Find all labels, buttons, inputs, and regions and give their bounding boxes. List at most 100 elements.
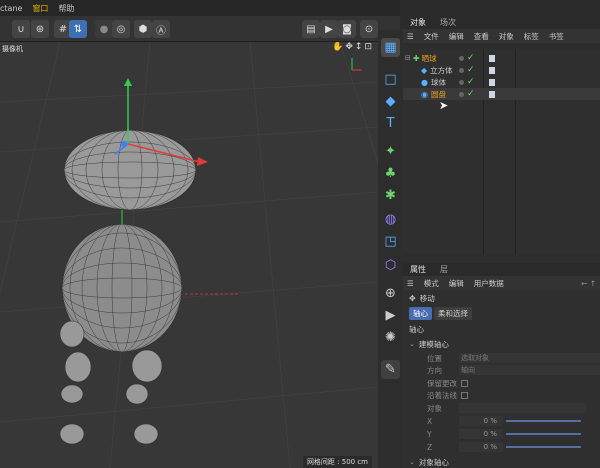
chevron-down-icon[interactable]: ⌄ xyxy=(409,458,415,466)
light-icon[interactable]: ✺ xyxy=(381,328,400,347)
tab-takes[interactable]: 场次 xyxy=(440,16,456,29)
cloner-icon[interactable]: ♣ xyxy=(381,164,400,183)
auto-icon[interactable]: Ⓐ xyxy=(152,20,170,38)
coord-x[interactable]: X 0 % xyxy=(403,415,600,427)
tab-layers[interactable]: 层 xyxy=(440,263,448,276)
menu-item-window[interactable]: 窗口 xyxy=(32,3,48,14)
pen-icon[interactable]: ✎ xyxy=(381,360,400,379)
field-label: 位置 xyxy=(427,353,442,363)
attr-menu-userdata[interactable]: 用户数据 xyxy=(474,278,504,289)
om-menu-object[interactable]: 对象 xyxy=(499,31,514,42)
coord-label: X xyxy=(427,416,433,426)
target-icon[interactable]: ◎ xyxy=(112,20,130,38)
enable-check-icon[interactable]: ✓ xyxy=(467,77,475,87)
text-icon[interactable]: T xyxy=(381,114,400,133)
coord-slider[interactable] xyxy=(506,420,581,422)
list-item[interactable]: ◆ 立方体 ✓ xyxy=(403,64,600,76)
object-name[interactable]: 晒球 xyxy=(422,53,437,64)
cube-icon[interactable]: ◆ xyxy=(381,92,400,111)
sphere-object-icon: ● xyxy=(421,77,428,87)
tag-icon[interactable] xyxy=(489,90,495,98)
coord-z[interactable]: Z 0 % xyxy=(403,441,600,453)
clapper-icon[interactable]: ▤ xyxy=(302,20,320,38)
check-keep-changes[interactable]: 保留更改 xyxy=(403,377,600,389)
visibility-dot[interactable] xyxy=(459,55,464,61)
group-header[interactable]: ⌄ 建模轴心 xyxy=(403,338,600,350)
visibility-dot[interactable] xyxy=(459,67,464,73)
object-name[interactable]: 立方体 xyxy=(430,65,453,76)
snap-icon[interactable]: ⊛ xyxy=(31,20,49,38)
3d-viewport[interactable]: 摄像机 ✋✥↕⊡ 网格间距 : 500 cm xyxy=(0,42,378,468)
field-orientation[interactable]: 方向 轴向 xyxy=(403,364,600,376)
hamburger-icon[interactable]: ☰ xyxy=(407,32,414,41)
coord-value[interactable]: 0 % xyxy=(459,416,503,426)
render-icon[interactable]: ◙ xyxy=(338,20,356,38)
render-settings-icon[interactable]: ▶ xyxy=(320,20,338,38)
object-name[interactable]: 球体 xyxy=(431,77,446,88)
magnet-icon[interactable]: ∪ xyxy=(12,20,30,38)
coord-value[interactable]: 0 % xyxy=(459,429,503,439)
enable-check-icon[interactable]: ✓ xyxy=(467,65,475,75)
coord-y[interactable]: Y 0 % xyxy=(403,428,600,440)
checkbox[interactable] xyxy=(461,379,468,387)
subtab-soft-selection[interactable]: 柔和选择 xyxy=(434,306,472,320)
scene-icon[interactable]: ⊕ xyxy=(381,284,400,303)
align-icon[interactable]: ⇅ xyxy=(69,20,87,38)
om-menu-tags[interactable]: 标签 xyxy=(524,31,539,42)
field-icon[interactable]: ◳ xyxy=(381,232,400,251)
chevron-down-icon[interactable]: ⌄ xyxy=(409,340,415,348)
camera-icon[interactable]: ▶ xyxy=(381,306,400,325)
object-name[interactable]: 圆盘 xyxy=(431,89,446,100)
tool-title: ✥ 移动 xyxy=(403,292,600,304)
tab-attributes[interactable]: 属性 xyxy=(410,263,426,276)
layout-icon[interactable]: ▦ xyxy=(381,38,400,57)
tag-icon[interactable] xyxy=(489,78,495,86)
enable-check-icon[interactable]: ✓ xyxy=(467,89,475,99)
object-manager-menu: ☰ 文件 编辑 查看 对象 标签 书签 xyxy=(403,29,600,43)
attr-menu-edit[interactable]: 编辑 xyxy=(449,278,464,289)
menu-bar: ctane 窗口 帮助 xyxy=(0,0,400,16)
deformer-icon[interactable]: ◍ xyxy=(381,210,400,229)
generator-icon[interactable]: ✱ xyxy=(381,186,400,205)
menu-item-help[interactable]: 帮助 xyxy=(58,3,74,14)
record-icon[interactable]: ● xyxy=(95,20,113,38)
tag-icon[interactable] xyxy=(489,54,495,62)
om-menu-view[interactable]: 查看 xyxy=(474,31,489,42)
collapse-icon[interactable]: ⊟ xyxy=(405,54,411,62)
spline-icon[interactable]: ✦ xyxy=(381,142,400,161)
object-label: 对象 xyxy=(427,403,442,413)
checkbox[interactable] xyxy=(461,391,468,399)
list-item[interactable]: ◉ 圆盘 ✓ xyxy=(403,88,600,100)
nav-arrows-icon[interactable]: ← ↑ xyxy=(581,279,596,288)
coord-slider[interactable] xyxy=(506,446,581,448)
frame-icon[interactable]: □ xyxy=(381,70,400,89)
effector-icon[interactable]: ⬡ xyxy=(381,256,400,275)
subtab-axis[interactable]: 轴心 xyxy=(409,306,432,320)
coord-label: Y xyxy=(427,429,432,439)
hex-icon[interactable]: ⬢ xyxy=(134,20,152,38)
om-menu-bookmarks[interactable]: 书签 xyxy=(549,31,564,42)
check-along-normals[interactable]: 沿着法线 xyxy=(403,389,600,401)
list-item[interactable]: ⊟ ✚ 晒球 ✓ xyxy=(403,52,600,64)
coord-slider[interactable] xyxy=(506,433,581,435)
viewport-nav-icons[interactable]: ✋✥↕⊡ xyxy=(332,42,374,52)
visibility-dot[interactable] xyxy=(459,79,464,85)
om-menu-file[interactable]: 文件 xyxy=(424,31,439,42)
picture-viewer-icon[interactable]: ⊙ xyxy=(360,20,378,38)
tag-icon[interactable] xyxy=(489,66,495,74)
enable-check-icon[interactable]: ✓ xyxy=(467,53,475,63)
object-link-field[interactable] xyxy=(459,403,585,413)
list-item[interactable]: ● 球体 ✓ xyxy=(403,76,600,88)
field-position[interactable]: 位置 选取对象 xyxy=(403,352,600,364)
attr-menu-mode[interactable]: 模式 xyxy=(424,278,439,289)
field-value[interactable]: 选取对象 xyxy=(459,353,600,363)
field-value[interactable]: 轴向 xyxy=(459,365,600,375)
tab-objects[interactable]: 对象 xyxy=(410,16,426,29)
camera-label[interactable]: 摄像机 xyxy=(0,42,378,56)
visibility-dot[interactable] xyxy=(459,91,464,97)
hamburger-icon[interactable]: ☰ xyxy=(407,279,414,288)
om-menu-edit[interactable]: 编辑 xyxy=(449,31,464,42)
coord-value[interactable]: 0 % xyxy=(459,442,503,452)
group-header-2[interactable]: ⌄ 对象轴心 xyxy=(403,456,600,468)
menu-item-octane[interactable]: ctane xyxy=(0,4,22,13)
